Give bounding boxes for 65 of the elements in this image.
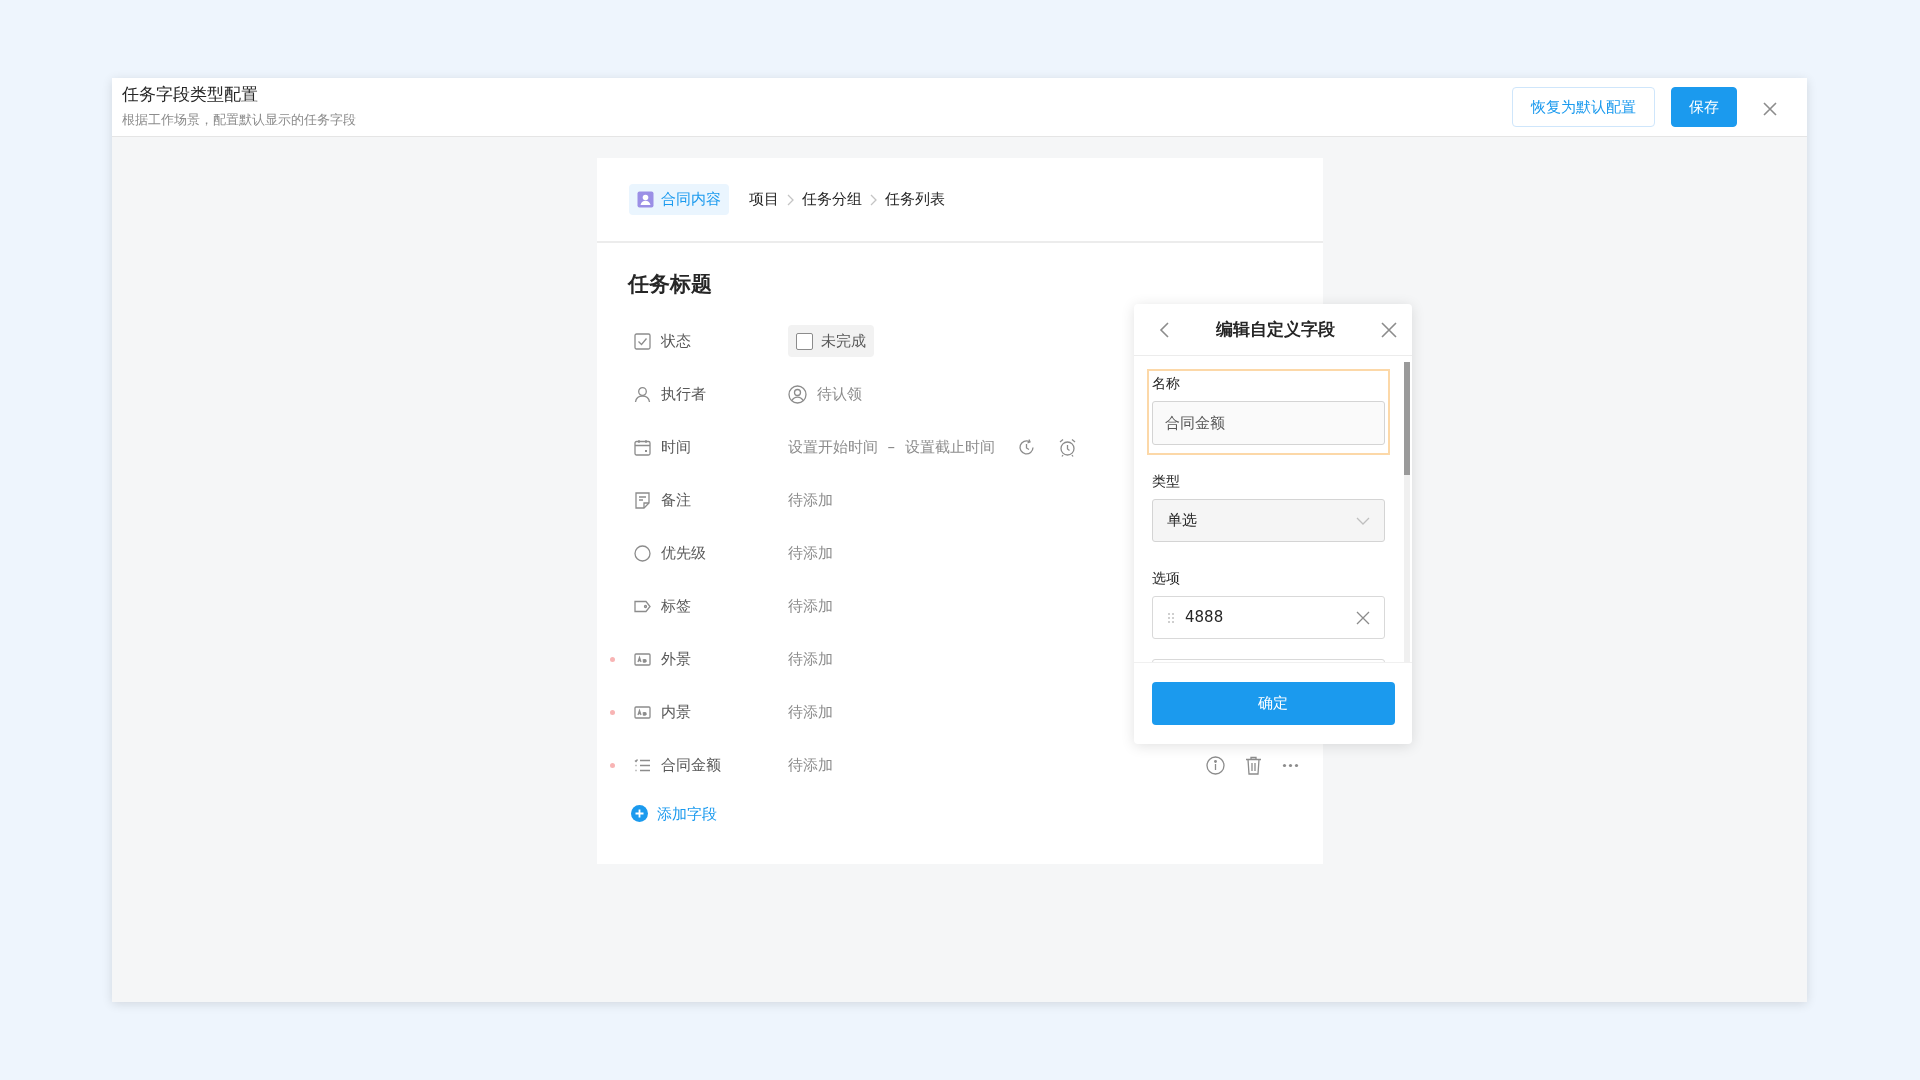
text-field-icon — [633, 703, 651, 721]
confirm-button[interactable]: 确定 — [1151, 682, 1395, 725]
option-row[interactable]: 4888 — [1152, 596, 1385, 639]
required-dot — [609, 709, 615, 715]
text-field-icon — [633, 650, 651, 668]
info-icon[interactable] — [1205, 755, 1225, 775]
add-field-link[interactable]: 添加字段 — [630, 802, 717, 825]
save-button[interactable]: 保存 — [1671, 86, 1737, 128]
field-value[interactable]: 待添加 — [787, 541, 833, 565]
checkbox-icon — [633, 332, 651, 350]
dialog-title: 任务字段类型配置 — [122, 84, 259, 105]
time-separator: – — [887, 436, 895, 458]
task-title: 任务标题 — [626, 271, 713, 298]
reset-default-button[interactable]: 恢复为默认配置 — [1512, 86, 1655, 128]
close-icon[interactable] — [1356, 610, 1370, 625]
start-time-value[interactable]: 设置开始时间 — [787, 435, 878, 459]
chevron-down-icon — [1356, 516, 1370, 525]
avatar-icon — [787, 384, 807, 404]
field-label: 标签 — [660, 595, 692, 617]
type-select[interactable]: 单选 — [1152, 499, 1385, 542]
status-checkbox[interactable]: 未完成 — [787, 324, 874, 358]
end-time-value[interactable]: 设置截止时间 — [905, 435, 995, 459]
calendar-icon — [633, 438, 651, 456]
field-label: 执行者 — [660, 383, 707, 405]
field-label: 时间 — [660, 436, 692, 458]
chevron-right-icon — [869, 193, 877, 206]
note-icon — [633, 491, 651, 509]
person-icon — [633, 385, 651, 403]
circle-icon — [633, 544, 651, 562]
field-label: 类型 — [1152, 472, 1181, 491]
breadcrumb-tag[interactable]: 合同内容 — [628, 184, 729, 215]
field-label: 状态 — [660, 330, 692, 352]
breadcrumb-item[interactable]: 任务列表 — [884, 188, 945, 211]
more-icon[interactable] — [1281, 762, 1299, 768]
field-value[interactable]: 待添加 — [787, 700, 833, 724]
close-icon[interactable] — [1380, 320, 1398, 339]
repeat-icon[interactable] — [1017, 437, 1036, 457]
chevron-right-icon — [786, 193, 794, 206]
plus-circle-icon — [630, 805, 648, 823]
popup-title: 编辑自定义字段 — [1215, 317, 1335, 341]
list-icon — [633, 756, 651, 774]
field-label: 选项 — [1152, 569, 1181, 588]
field-label: 名称 — [1152, 374, 1181, 393]
alarm-clock-icon[interactable] — [1058, 437, 1077, 457]
name-input-field[interactable]: 合同金额 — [1152, 401, 1385, 445]
required-dot — [609, 762, 615, 768]
assignee-value[interactable]: 待认领 — [816, 382, 862, 406]
breadcrumb-item[interactable]: 项目 — [748, 188, 779, 211]
person-badge-icon — [636, 191, 654, 208]
field-value[interactable]: 待添加 — [787, 488, 833, 512]
breadcrumb-item[interactable]: 任务分组 — [801, 188, 862, 211]
field-label: 优先级 — [660, 542, 707, 564]
drag-handle-icon[interactable] — [1167, 611, 1175, 624]
trash-icon[interactable] — [1244, 755, 1262, 775]
field-value[interactable]: 待添加 — [787, 594, 833, 618]
field-label: 合同金额 — [660, 754, 722, 776]
scrollbar-thumb[interactable] — [1404, 362, 1410, 475]
field-label: 备注 — [660, 489, 692, 511]
field-value[interactable]: 待添加 — [787, 647, 833, 671]
field-value[interactable]: 待添加 — [787, 753, 833, 777]
back-icon[interactable] — [1158, 320, 1170, 339]
required-dot — [609, 656, 615, 662]
dialog-subtitle: 根据工作场景，配置默认显示的任务字段 — [122, 111, 357, 130]
field-label: 外景 — [660, 648, 692, 670]
field-label: 内景 — [660, 701, 692, 723]
